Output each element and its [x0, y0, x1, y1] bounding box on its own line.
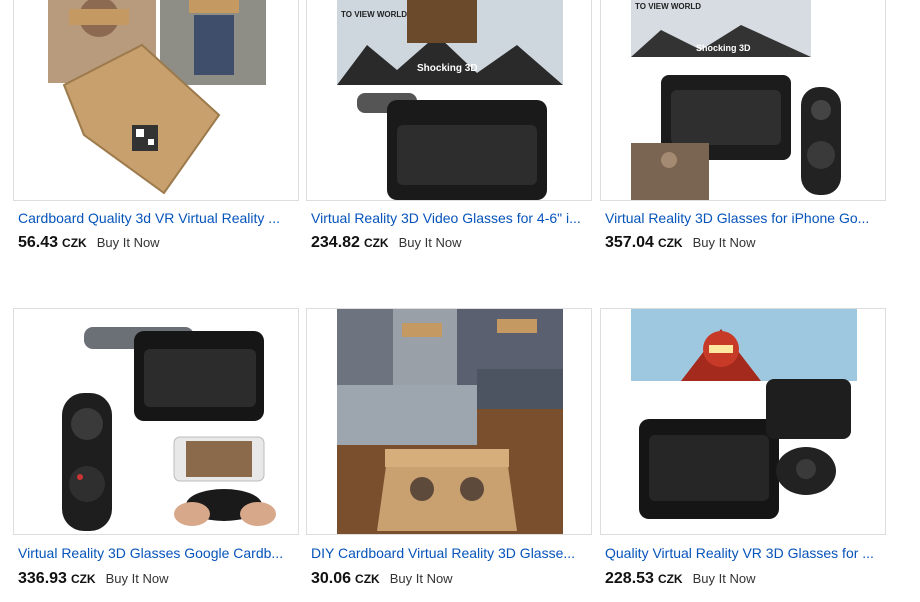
- price-line: 56.43 CZK Buy It Now: [18, 234, 160, 252]
- listing-image-vr-headset-controller[interactable]: TO VIEW WORLD Shocking 3D: [600, 0, 886, 201]
- buy-it-now-label: Buy It Now: [692, 235, 756, 250]
- listing-image-ironman-vr[interactable]: [600, 308, 886, 535]
- listing-title[interactable]: Virtual Reality 3D Glasses Google Cardb.…: [18, 545, 298, 561]
- currency-label: CZK: [657, 236, 683, 250]
- currency-label: CZK: [62, 236, 87, 250]
- ad-text-shocking-3d: Shocking 3D: [696, 43, 751, 53]
- price-line: 228.53 CZK Buy It Now: [605, 570, 755, 588]
- buy-it-now-label: Buy It Now: [96, 235, 160, 250]
- currency-label: CZK: [355, 572, 380, 586]
- price-line: 30.06 CZK Buy It Now: [311, 570, 453, 588]
- buy-it-now-label: Buy It Now: [398, 235, 462, 250]
- listing-title[interactable]: DIY Cardboard Virtual Reality 3D Glasse.…: [311, 545, 591, 561]
- listing-price: 234.82: [311, 234, 360, 251]
- listing-price: 336.93: [18, 570, 67, 587]
- listing-image-headset-controller-phone[interactable]: [13, 308, 299, 535]
- price-line: 357.04 CZK Buy It Now: [605, 234, 755, 252]
- listing-title[interactable]: Quality Virtual Reality VR 3D Glasses fo…: [605, 545, 885, 561]
- ad-text-view-world: TO VIEW WORLD: [341, 10, 407, 19]
- ad-text-view-world: TO VIEW WORLD: [635, 2, 701, 11]
- currency-label: CZK: [657, 572, 683, 586]
- currency-label: CZK: [70, 572, 96, 586]
- listing-image-cardboard-vr[interactable]: [13, 0, 299, 201]
- listing-price: 56.43: [18, 234, 59, 251]
- listing-title[interactable]: Virtual Reality 3D Video Glasses for 4-6…: [311, 210, 591, 226]
- listing-title[interactable]: Virtual Reality 3D Glasses for iPhone Go…: [605, 210, 885, 226]
- ad-text-shocking-3d: Shocking 3D: [417, 63, 478, 74]
- price-line: 234.82 CZK Buy It Now: [311, 234, 461, 252]
- listing-title[interactable]: Cardboard Quality 3d VR Virtual Reality …: [18, 210, 298, 226]
- listing-price: 357.04: [605, 234, 654, 251]
- buy-it-now-label: Buy It Now: [105, 571, 169, 586]
- currency-label: CZK: [363, 236, 389, 250]
- listing-image-vr-headset[interactable]: TO VIEW WORLD Shocking 3D: [306, 0, 592, 201]
- buy-it-now-label: Buy It Now: [692, 571, 756, 586]
- listing-image-diy-cardboard[interactable]: [306, 308, 592, 535]
- buy-it-now-label: Buy It Now: [389, 571, 453, 586]
- listing-price: 228.53: [605, 570, 654, 587]
- price-line: 336.93 CZK Buy It Now: [18, 570, 168, 588]
- listing-price: 30.06: [311, 570, 352, 587]
